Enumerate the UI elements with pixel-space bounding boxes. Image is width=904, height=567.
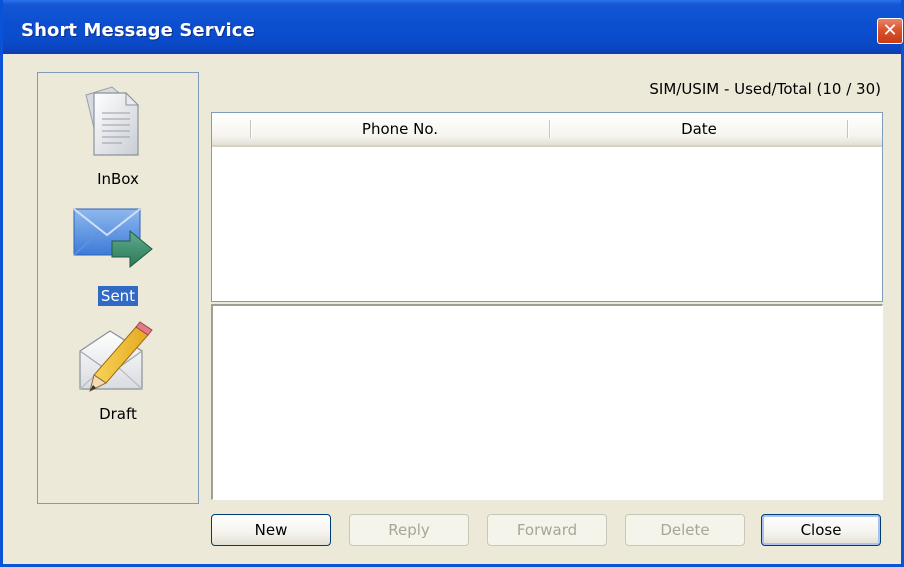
sidebar-item-label: Draft bbox=[99, 405, 137, 423]
sim-usage-status: SIM/USIM - Used/Total (10 / 30) bbox=[649, 80, 881, 98]
message-list-header: Phone No. Date bbox=[212, 113, 882, 147]
sidebar-item-label: InBox bbox=[97, 170, 139, 188]
message-preview-area[interactable] bbox=[211, 304, 883, 500]
column-divider[interactable] bbox=[847, 120, 849, 138]
message-list[interactable]: Phone No. Date bbox=[211, 112, 883, 302]
forward-button[interactable]: Forward bbox=[487, 514, 607, 546]
column-header-date[interactable]: Date bbox=[551, 113, 847, 145]
sms-window: Short Message Service ✕ InBox Sent Draft… bbox=[0, 0, 904, 567]
delete-button[interactable]: Delete bbox=[625, 514, 745, 546]
sidebar-item-label: Sent bbox=[38, 286, 198, 306]
new-button[interactable]: New bbox=[211, 514, 331, 546]
folder-sidebar: InBox Sent Draft bbox=[37, 72, 199, 504]
draft-envelope-pencil-icon bbox=[79, 321, 153, 392]
reply-button[interactable]: Reply bbox=[349, 514, 469, 546]
column-header-phone[interactable]: Phone No. bbox=[252, 113, 548, 145]
inbox-document-icon bbox=[85, 86, 140, 156]
sent-envelope-arrow-icon bbox=[73, 208, 153, 269]
window-title: Short Message Service bbox=[21, 20, 255, 41]
window-close-icon[interactable]: ✕ bbox=[877, 18, 903, 44]
title-bar[interactable]: Short Message Service ✕ bbox=[3, 0, 903, 54]
column-header-blank[interactable] bbox=[212, 113, 250, 145]
close-button[interactable]: Close bbox=[761, 514, 881, 546]
